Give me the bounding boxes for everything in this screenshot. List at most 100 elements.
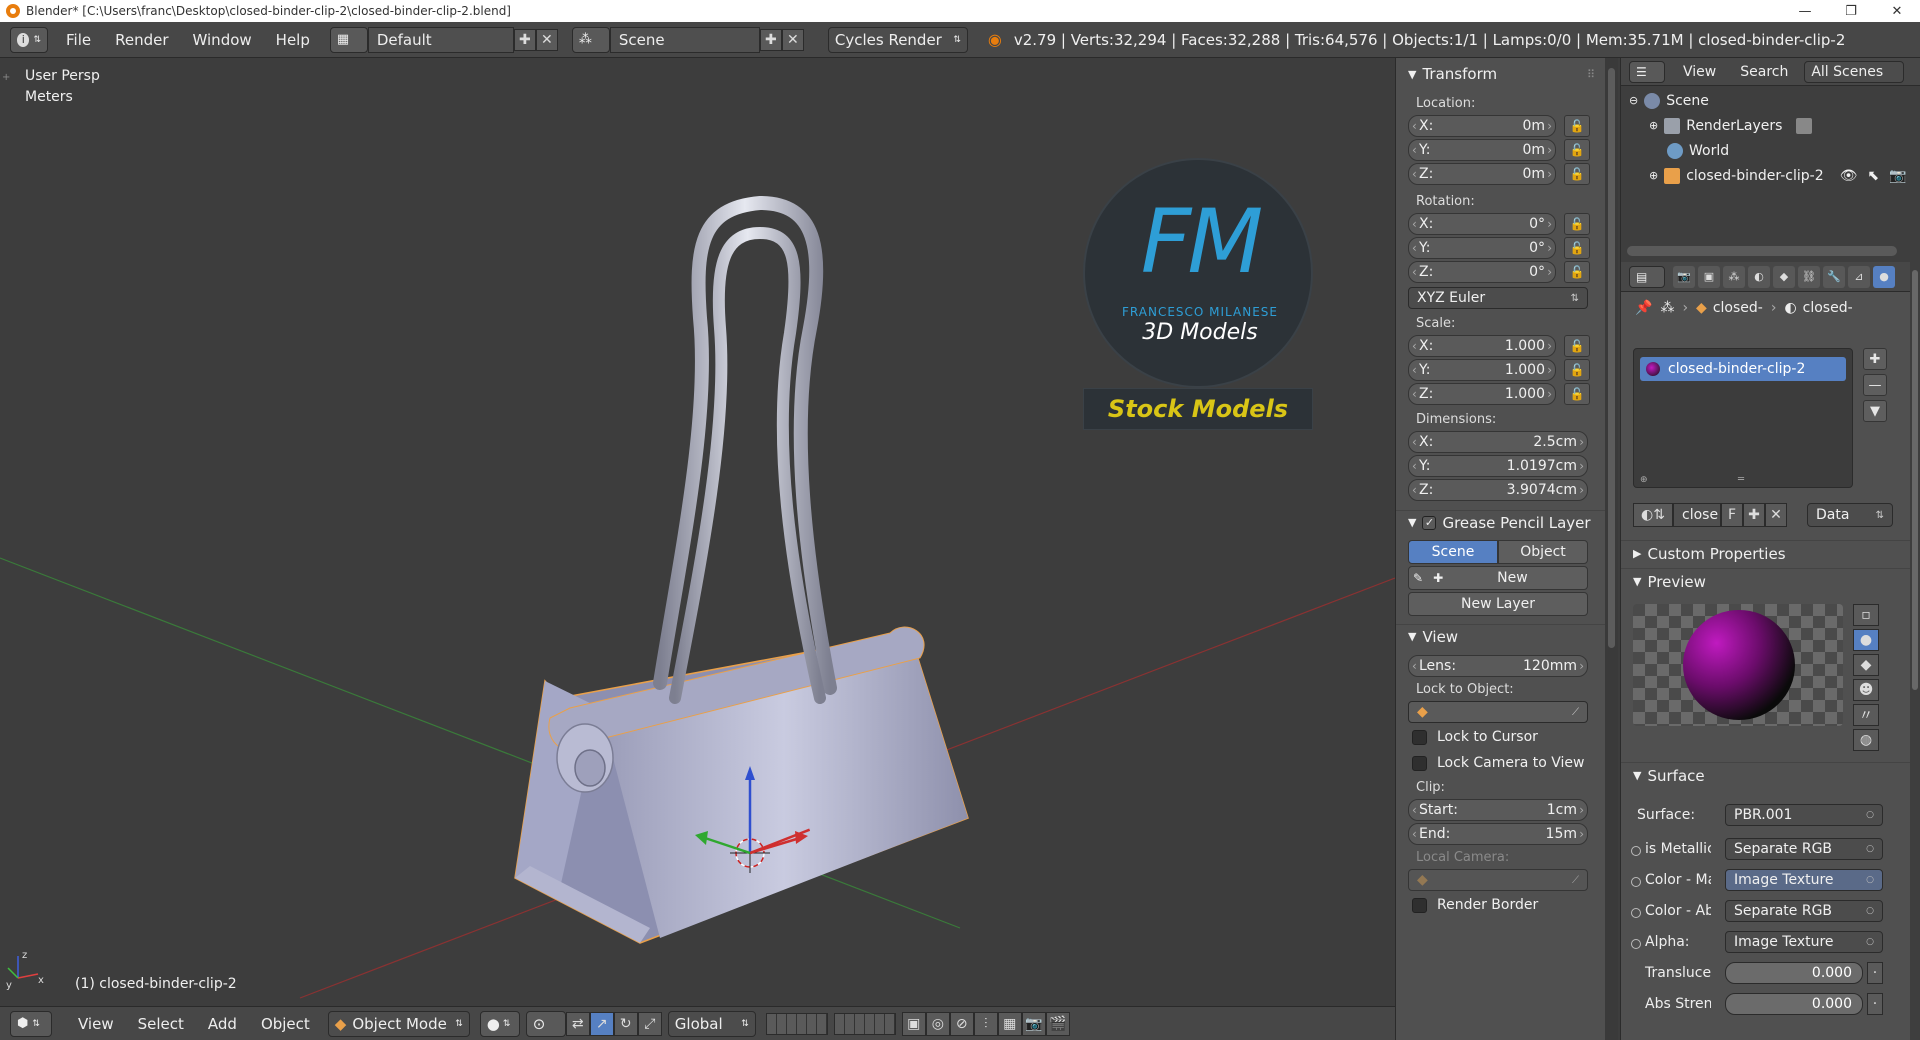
- lock-object-field[interactable]: ◆ ⟋: [1408, 701, 1588, 723]
- scale-manipulator-icon[interactable]: ⤢: [637, 1011, 662, 1036]
- scrollbar-thumb[interactable]: [1608, 68, 1615, 648]
- outliner-row-object[interactable]: ⊕ closed-binder-clip-2 👁 ⬉ 📷: [1621, 163, 1920, 188]
- minimize-button[interactable]: —: [1782, 0, 1828, 22]
- surface-shader-field[interactable]: PBR.001 ○: [1725, 804, 1883, 826]
- lock-cursor-checkbox[interactable]: [1412, 729, 1427, 745]
- lock-icon[interactable]: 🔓: [1564, 139, 1590, 161]
- preview-sphere-icon[interactable]: ●: [1853, 629, 1879, 651]
- orientation-dropdown[interactable]: Global ⇅: [667, 1010, 756, 1037]
- layer-buttons-left[interactable]: [765, 1012, 828, 1035]
- render-icon[interactable]: 📷: [1021, 1011, 1046, 1036]
- lock-icon[interactable]: 🔓: [1564, 115, 1590, 137]
- outliner-row-scene[interactable]: ⊖ Scene: [1621, 88, 1920, 113]
- lock-icon[interactable]: 🔓: [1564, 237, 1590, 259]
- preview-world-icon[interactable]: ◍: [1853, 729, 1879, 751]
- add-slot-icon[interactable]: ✚: [1863, 348, 1887, 370]
- drag-handle-icon[interactable]: ⠿: [1587, 68, 1595, 81]
- fake-user-button[interactable]: F: [1721, 503, 1743, 527]
- region-scrollbar[interactable]: [1605, 58, 1618, 1040]
- mode-dropdown[interactable]: ◆ Object Mode ⇅: [327, 1010, 470, 1037]
- location-z-field[interactable]: Z:0m: [1408, 163, 1556, 185]
- view-panel-header[interactable]: ▼ View: [1396, 624, 1605, 648]
- editor-type-3dview-button[interactable]: ⬢ ⇅: [10, 1010, 52, 1037]
- collapse-icon[interactable]: ⊖: [1629, 94, 1638, 107]
- preview-cube-icon[interactable]: ◆: [1853, 654, 1879, 676]
- proportional-edit-icon[interactable]: ◎: [925, 1011, 950, 1036]
- eye-icon[interactable]: 👁: [1840, 168, 1858, 184]
- unlink-material-icon[interactable]: ✕: [1765, 503, 1787, 527]
- new-material-icon[interactable]: ✚: [1743, 503, 1765, 527]
- layout-name-field[interactable]: Default: [367, 26, 514, 53]
- lock-icon[interactable]: 🔓: [1564, 359, 1590, 381]
- modifiers-tab-icon[interactable]: 🔧: [1823, 265, 1845, 288]
- rotation-z-field[interactable]: Z:0°: [1408, 261, 1556, 283]
- preview-flat-icon[interactable]: ▫: [1853, 604, 1879, 626]
- material-slot-list[interactable]: closed-binder-clip-2 ⊕ ═: [1633, 348, 1853, 488]
- grease-scene-button[interactable]: Scene: [1408, 540, 1498, 564]
- clip-start-field[interactable]: Start:1cm: [1408, 799, 1588, 821]
- editor-type-properties-button[interactable]: ▤: [1629, 265, 1665, 288]
- dimensions-z-field[interactable]: Z:3.9074cm: [1408, 479, 1588, 501]
- outliner-row-world[interactable]: World: [1621, 138, 1920, 163]
- grease-pencil-checkbox[interactable]: ✓: [1422, 515, 1437, 530]
- render-engine-dropdown[interactable]: Cycles Render ⇅: [827, 26, 968, 53]
- input-alpha-field[interactable]: Image Texture ○: [1725, 931, 1883, 953]
- scrollbar-thumb[interactable]: [1912, 270, 1918, 690]
- lock-icon[interactable]: 🔓: [1564, 213, 1590, 235]
- eyedropper-icon[interactable]: ⟋: [1572, 707, 1579, 718]
- render-border-checkbox[interactable]: [1412, 897, 1427, 913]
- clip-end-field[interactable]: End:15m: [1408, 823, 1588, 845]
- dimensions-x-field[interactable]: X:2.5cm: [1408, 431, 1588, 453]
- remove-layout-icon[interactable]: ✕: [535, 28, 558, 51]
- expand-input-icon[interactable]: [1631, 846, 1641, 856]
- scale-z-field[interactable]: Z:1.000: [1408, 383, 1556, 405]
- remove-slot-icon[interactable]: —: [1863, 374, 1887, 396]
- lock-camera-row[interactable]: Lock Camera to View: [1396, 750, 1605, 776]
- grease-pencil-panel-header[interactable]: ▼ ✓ Grease Pencil Layer: [1396, 510, 1605, 534]
- preview-hair-icon[interactable]: 〃: [1853, 704, 1879, 726]
- lock-icon[interactable]: 🔓: [1564, 163, 1590, 185]
- snap-element-icon[interactable]: ⫶: [973, 1011, 998, 1036]
- expand-icon[interactable]: ⊕: [1649, 169, 1658, 182]
- lock-cursor-row[interactable]: Lock to Cursor: [1396, 724, 1605, 750]
- render-tab-icon[interactable]: 📷: [1673, 265, 1695, 288]
- rotate-manipulator-icon[interactable]: ↻: [613, 1011, 638, 1036]
- material-slot-item[interactable]: closed-binder-clip-2: [1640, 357, 1846, 381]
- menu-view[interactable]: View: [66, 1015, 126, 1033]
- render-border-row[interactable]: Render Border: [1396, 892, 1605, 918]
- slot-specials-icon[interactable]: ▼: [1863, 400, 1887, 422]
- render-animation-icon[interactable]: 🎬: [1045, 1011, 1070, 1036]
- grease-object-button[interactable]: Object: [1498, 540, 1588, 564]
- snap-toggle-icon[interactable]: ⊘: [949, 1011, 974, 1036]
- scene-name-field[interactable]: Scene: [609, 26, 760, 53]
- binder-clip-object[interactable]: [514, 195, 969, 944]
- render-layers-tab-icon[interactable]: ▣: [1698, 265, 1720, 288]
- input-color-ab-field[interactable]: Separate RGB ○: [1725, 900, 1883, 922]
- add-layout-icon[interactable]: ✚: [513, 28, 536, 51]
- remove-scene-icon[interactable]: ✕: [781, 28, 804, 51]
- list-filter-icon[interactable]: ⊕: [1640, 475, 1648, 485]
- preview-header[interactable]: ▼ Preview: [1621, 568, 1920, 594]
- camera-render-icon[interactable]: 📷: [1889, 168, 1906, 184]
- local-camera-field[interactable]: ◆ ⟋: [1408, 869, 1588, 891]
- surface-header[interactable]: ▼ Surface: [1621, 762, 1920, 788]
- node-link-icon[interactable]: ·: [1867, 962, 1883, 984]
- layer-buttons-right[interactable]: [833, 1012, 896, 1035]
- lock-icon[interactable]: 🔓: [1564, 335, 1590, 357]
- lock-icon[interactable]: 🔓: [1564, 383, 1590, 405]
- editor-type-outliner-button[interactable]: ☰: [1629, 60, 1665, 83]
- expand-input-icon[interactable]: [1631, 939, 1641, 949]
- rotation-y-field[interactable]: Y:0°: [1408, 237, 1556, 259]
- data-tab-icon[interactable]: ⊿: [1848, 265, 1870, 288]
- outliner-menu-view[interactable]: View: [1671, 64, 1728, 80]
- preview-monkey-icon[interactable]: ☻: [1853, 679, 1879, 701]
- translucency-slider[interactable]: 0.000: [1725, 962, 1863, 984]
- menu-select[interactable]: Select: [126, 1015, 196, 1033]
- scene-tab-icon[interactable]: ⁂: [1723, 265, 1745, 288]
- input-metallic-field[interactable]: Separate RGB ○: [1725, 838, 1883, 860]
- expand-icon[interactable]: ⊕: [1649, 119, 1658, 132]
- lock-icon[interactable]: 🔓: [1564, 261, 1590, 283]
- eyedropper-icon[interactable]: ⟋: [1572, 875, 1579, 886]
- tool-shelf-toggle[interactable]: +: [2, 72, 12, 86]
- cursor-select-icon[interactable]: ⬉: [1867, 168, 1879, 184]
